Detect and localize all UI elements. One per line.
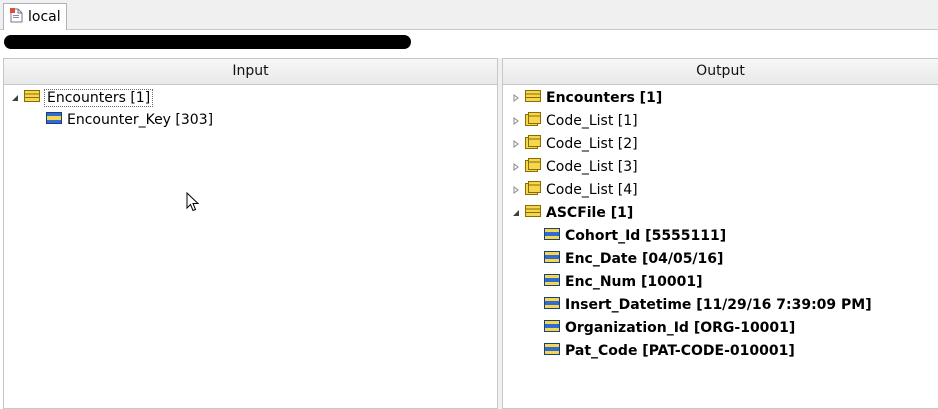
input-child-label: Encounter_Key [303]	[67, 112, 214, 128]
field-label: Organization_Id [ORG-10001]	[565, 320, 796, 336]
field-label: Pat_Code [PAT-CODE-010001]	[565, 343, 795, 359]
expanded-arrow-icon[interactable]	[10, 93, 20, 103]
collapsed-arrow-icon[interactable]	[511, 139, 521, 149]
output-node-ascfile[interactable]: ASCFile [1]	[511, 203, 633, 223]
ascfile-field[interactable]: Pat_Code [PAT-CODE-010001]	[544, 341, 795, 361]
redacted-path	[4, 35, 411, 49]
ascfile-field[interactable]: Enc_Date [04/05/16]	[544, 249, 723, 269]
output-label: Code_List [3]	[546, 159, 638, 175]
tab-local[interactable]: local	[3, 3, 67, 30]
table-icon	[525, 205, 541, 221]
output-label: Code_List [2]	[546, 136, 638, 152]
expanded-arrow-icon[interactable]	[511, 208, 521, 218]
collapsed-arrow-icon[interactable]	[511, 162, 521, 172]
field-label: Cohort_Id [5555111]	[565, 228, 727, 244]
field-label: Enc_Date [04/05/16]	[565, 251, 724, 267]
output-node-code-list-2[interactable]: Code_List [2]	[511, 134, 638, 154]
field-icon	[544, 251, 560, 267]
output-node-code-list-3[interactable]: Code_List [3]	[511, 157, 638, 177]
field-icon	[544, 228, 560, 244]
input-child-node[interactable]: Encounter_Key [303]	[46, 110, 213, 130]
list-table-icon	[525, 158, 541, 176]
list-table-icon	[525, 135, 541, 153]
table-icon	[525, 90, 541, 106]
mouse-cursor-icon	[186, 191, 200, 216]
document-icon	[10, 7, 23, 27]
output-pane: Output Encounters [1] Code_List [1] Code…	[502, 58, 938, 409]
output-label: Encounters [1]	[546, 90, 663, 106]
ascfile-field[interactable]: Organization_Id [ORG-10001]	[544, 318, 795, 338]
field-icon	[544, 274, 560, 290]
output-node-code-list-4[interactable]: Code_List [4]	[511, 180, 638, 200]
input-header: Input	[4, 59, 497, 85]
output-label: Code_List [4]	[546, 182, 638, 198]
input-root-label: Encounters [1]	[43, 89, 154, 107]
field-icon	[544, 343, 560, 359]
key-field-icon	[46, 112, 62, 128]
list-table-icon	[525, 112, 541, 130]
output-label: Code_List [1]	[546, 113, 638, 129]
output-label: ASCFile [1]	[546, 205, 634, 221]
tab-label: local	[28, 9, 61, 25]
field-icon	[544, 320, 560, 336]
list-table-icon	[525, 181, 541, 199]
ascfile-field[interactable]: Insert_Datetime [11/29/16 7:39:09 PM]	[544, 295, 872, 315]
field-label: Insert_Datetime [11/29/16 7:39:09 PM]	[565, 297, 872, 313]
field-icon	[544, 297, 560, 313]
tab-strip: local	[0, 0, 938, 30]
collapsed-arrow-icon[interactable]	[511, 93, 521, 103]
ascfile-field[interactable]: Enc_Num [10001]	[544, 272, 702, 292]
input-pane: Input Encounters [1] Encounter_Key [303]	[3, 58, 498, 409]
ascfile-field[interactable]: Cohort_Id [5555111]	[544, 226, 726, 246]
table-icon	[24, 90, 40, 106]
collapsed-arrow-icon[interactable]	[511, 116, 521, 126]
output-header: Output	[503, 59, 938, 85]
output-node-code-list-1[interactable]: Code_List [1]	[511, 111, 638, 131]
collapsed-arrow-icon[interactable]	[511, 185, 521, 195]
output-node-encounters[interactable]: Encounters [1]	[511, 88, 662, 108]
input-root-node[interactable]: Encounters [1]	[10, 88, 154, 108]
field-label: Enc_Num [10001]	[565, 274, 703, 290]
